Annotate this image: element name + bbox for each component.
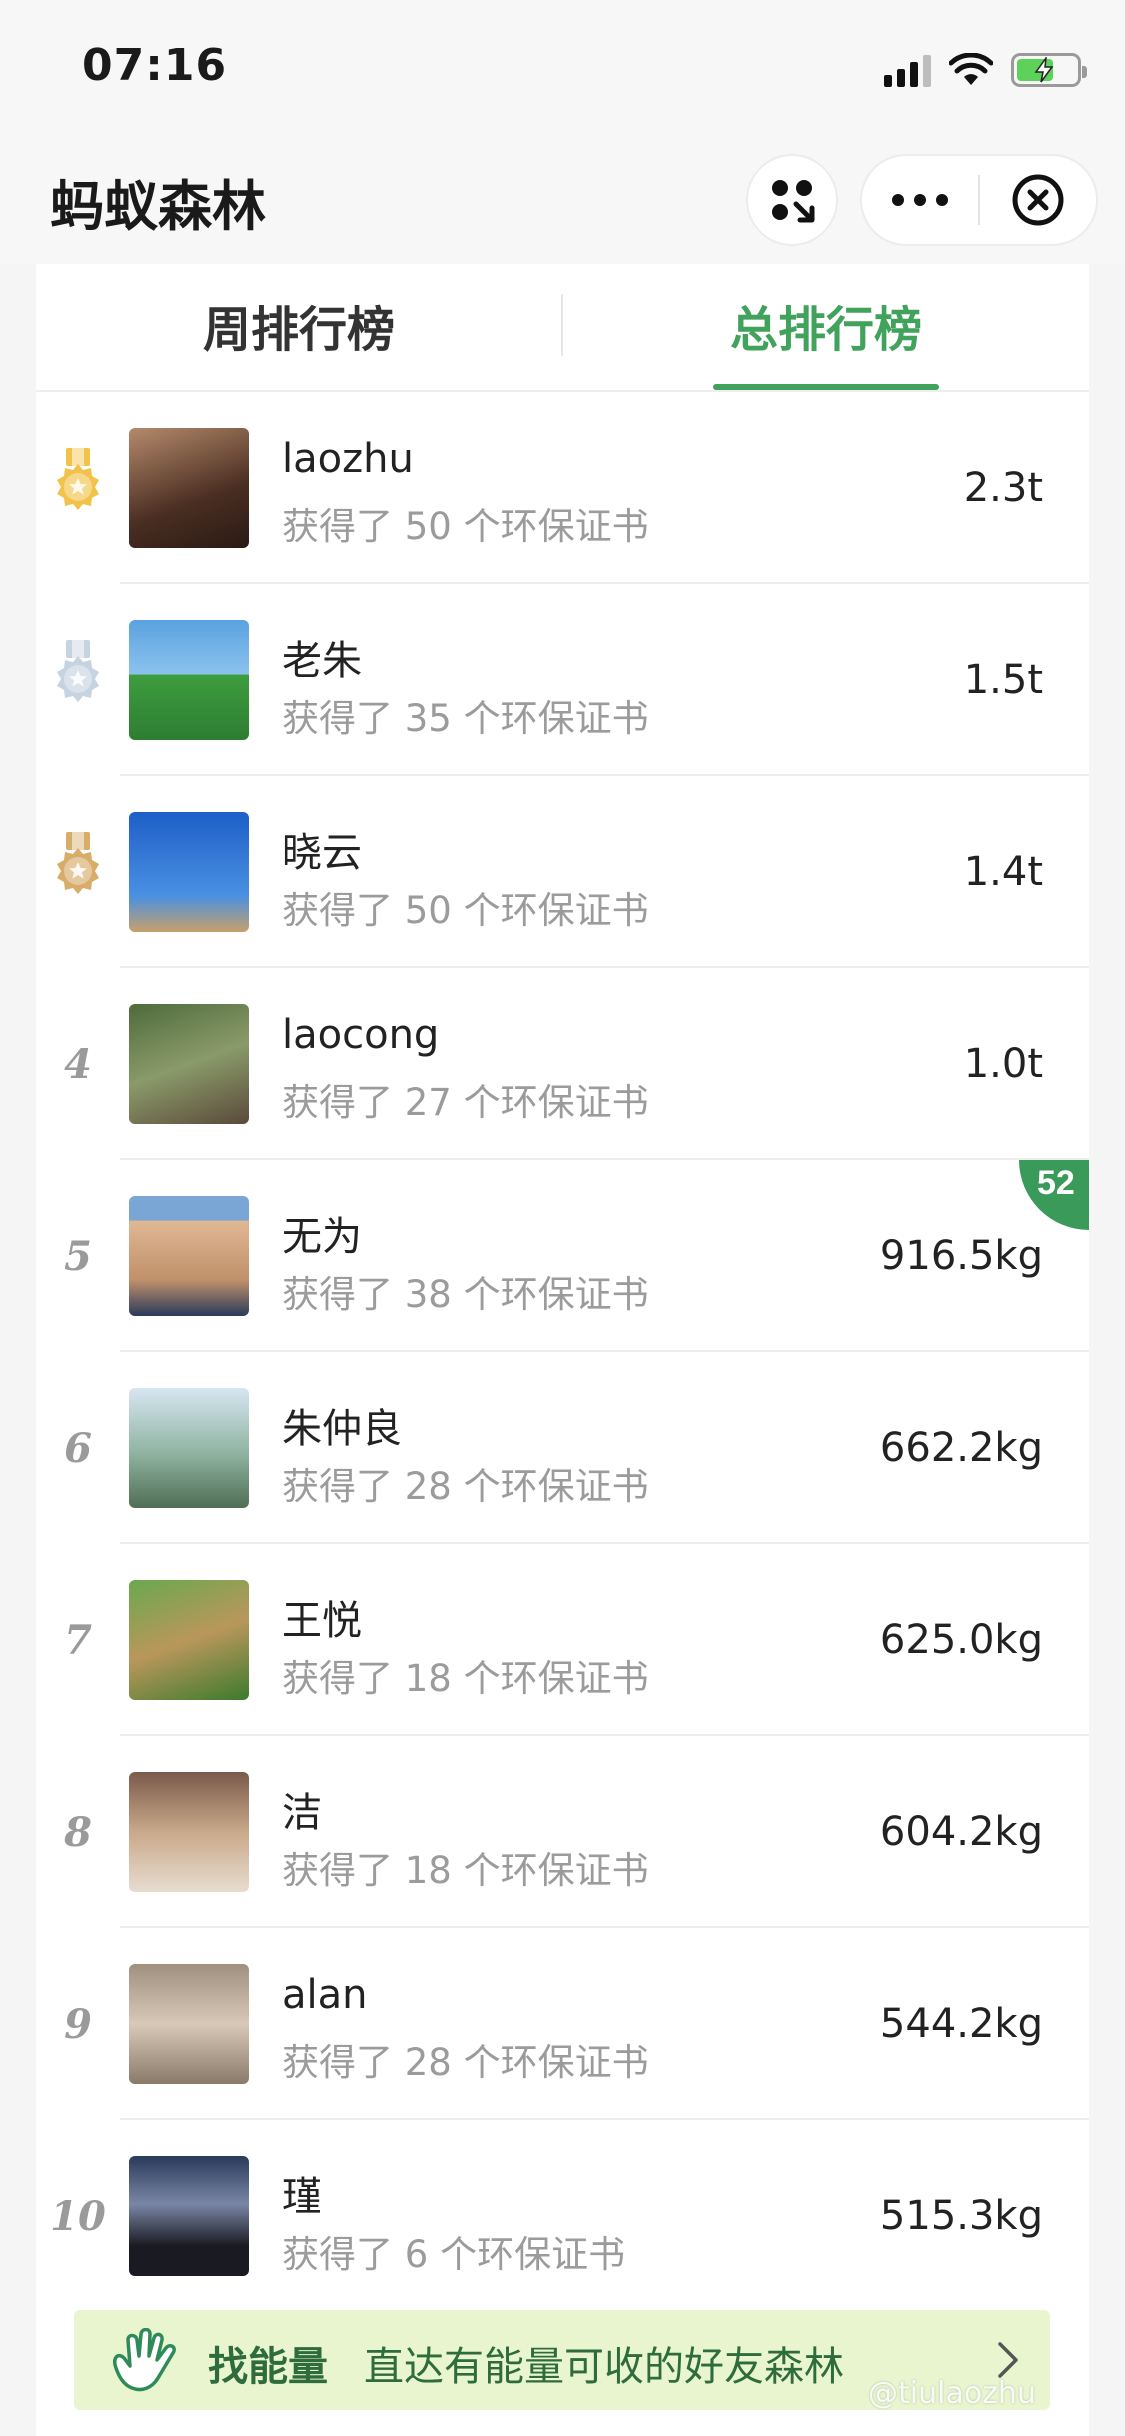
user-name: 无为 <box>282 1214 362 1260</box>
user-name: 洁 <box>282 1790 322 1836</box>
certificate-count: 获得了 28 个环保证书 <box>282 2041 649 2084</box>
bronze-medal-icon <box>36 776 120 968</box>
avatar[interactable] <box>129 428 249 548</box>
watermark: @tiulaozhu <box>868 2376 1036 2411</box>
certificate-count: 获得了 6 个环保证书 <box>282 2233 626 2276</box>
ranking-row[interactable]: laozhu 获得了 50 个环保证书 2.3t <box>36 392 1089 584</box>
ranking-row[interactable]: 晓云获得了 50 个环保证书 1.4t <box>36 776 1089 968</box>
page-title: 蚂蚁森林 <box>50 175 266 238</box>
corner-badge: 52 <box>1019 1160 1089 1230</box>
certificate-count: 获得了 50 个环保证书 <box>282 505 649 548</box>
user-name: laocong <box>282 1012 440 1058</box>
ranking-row[interactable]: 4 laocong 获得了 27 个环保证书 1.0t <box>36 968 1089 1160</box>
ranking-row[interactable]: 7 王悦获得了 18 个环保证书 625.0kg <box>36 1544 1089 1736</box>
chevron-right-icon <box>998 2342 1018 2378</box>
certificate-count: 获得了 28 个环保证书 <box>282 1465 649 1508</box>
energy-amount: 515.3kg <box>879 2193 1043 2239</box>
ranking-card: 周排行榜 总排行榜 laozhu 获得了 50 个环保证书 2.3t 老朱获得了 35… <box>36 264 1089 2436</box>
silver-medal-icon <box>36 584 120 776</box>
avatar[interactable] <box>129 1004 249 1124</box>
energy-amount: 1.5t <box>963 657 1043 703</box>
certificate-count: 获得了 50 个环保证书 <box>282 889 649 932</box>
rank-number: 5 <box>64 1232 92 1280</box>
battery-icon <box>1011 53 1087 87</box>
ranking-row[interactable]: 6 朱仲良获得了 28 个环保证书 662.2kg <box>36 1352 1089 1544</box>
avatar[interactable] <box>129 1196 249 1316</box>
status-bar: 07:16 <box>0 0 1125 132</box>
certificate-count: 获得了 18 个环保证书 <box>282 1657 649 1700</box>
tab-week[interactable]: 周排行榜 <box>36 290 562 392</box>
rank-number: 8 <box>64 1808 92 1856</box>
more-icon <box>892 194 948 206</box>
energy-amount: 1.0t <box>963 1041 1043 1087</box>
avatar[interactable] <box>129 1388 249 1508</box>
user-name: alan <box>282 1972 368 2018</box>
close-button[interactable] <box>980 156 1096 244</box>
rank-number: 9 <box>64 2000 92 2048</box>
tab-active-indicator <box>713 384 939 390</box>
banner-title: 找能量 <box>208 2344 328 2390</box>
gold-medal-icon <box>36 392 120 584</box>
wifi-icon <box>949 53 993 85</box>
avatar[interactable] <box>129 2156 249 2276</box>
applet-icon <box>772 180 815 223</box>
tab-bar: 周排行榜 总排行榜 <box>36 264 1089 392</box>
user-name: 晓云 <box>282 830 362 876</box>
ranking-row[interactable]: 9 alan 获得了 28 个环保证书 544.2kg <box>36 1928 1089 2120</box>
hand-icon <box>112 2328 176 2392</box>
ranking-row[interactable]: 老朱获得了 35 个环保证书 1.5t <box>36 584 1089 776</box>
energy-amount: 604.2kg <box>879 1809 1043 1855</box>
certificate-count: 获得了 38 个环保证书 <box>282 1273 649 1316</box>
ranking-row[interactable]: 10 瑾获得了 6 个环保证书 515.3kg <box>36 2120 1089 2312</box>
certificate-count: 获得了 18 个环保证书 <box>282 1849 649 1892</box>
certificate-count: 获得了 27 个环保证书 <box>282 1081 649 1124</box>
rank-number: 7 <box>64 1616 92 1664</box>
status-icons <box>884 50 1087 90</box>
user-name: laozhu <box>282 436 414 482</box>
close-icon <box>1012 174 1064 226</box>
rank-number: 4 <box>64 1040 92 1088</box>
rank-number: 6 <box>64 1424 92 1472</box>
corner-badge-text: 52 <box>1037 1164 1075 1202</box>
tab-total[interactable]: 总排行榜 <box>563 290 1089 392</box>
avatar[interactable] <box>129 1964 249 2084</box>
energy-amount: 662.2kg <box>879 1425 1043 1471</box>
energy-amount: 625.0kg <box>879 1617 1043 1663</box>
avatar[interactable] <box>129 812 249 932</box>
user-name: 瑾 <box>282 2174 322 2220</box>
applet-button[interactable] <box>746 154 838 246</box>
ranking-row[interactable]: 5 无为 获得了 38 个环保证书 916.5kg <box>36 1160 1089 1352</box>
user-name: 朱仲良 <box>282 1406 402 1452</box>
energy-amount: 1.4t <box>963 849 1043 895</box>
capsule-menu <box>860 154 1098 246</box>
certificate-count: 获得了 35 个环保证书 <box>282 697 649 740</box>
energy-amount: 544.2kg <box>879 2001 1043 2047</box>
user-name: 王悦 <box>282 1598 362 1644</box>
ranking-row[interactable]: 8 洁获得了 18 个环保证书 604.2kg <box>36 1736 1089 1928</box>
navbar: 蚂蚁森林 <box>0 132 1125 264</box>
avatar[interactable] <box>129 1772 249 1892</box>
more-button[interactable] <box>862 156 978 244</box>
banner-text: 直达有能量可收的好友森林 <box>364 2344 844 2390</box>
signal-icon <box>884 53 931 87</box>
avatar[interactable] <box>129 1580 249 1700</box>
energy-amount: 2.3t <box>963 465 1043 511</box>
avatar[interactable] <box>129 620 249 740</box>
rank-number: 10 <box>50 2192 106 2240</box>
status-time: 07:16 <box>82 40 228 91</box>
user-name: 老朱 <box>282 638 362 684</box>
